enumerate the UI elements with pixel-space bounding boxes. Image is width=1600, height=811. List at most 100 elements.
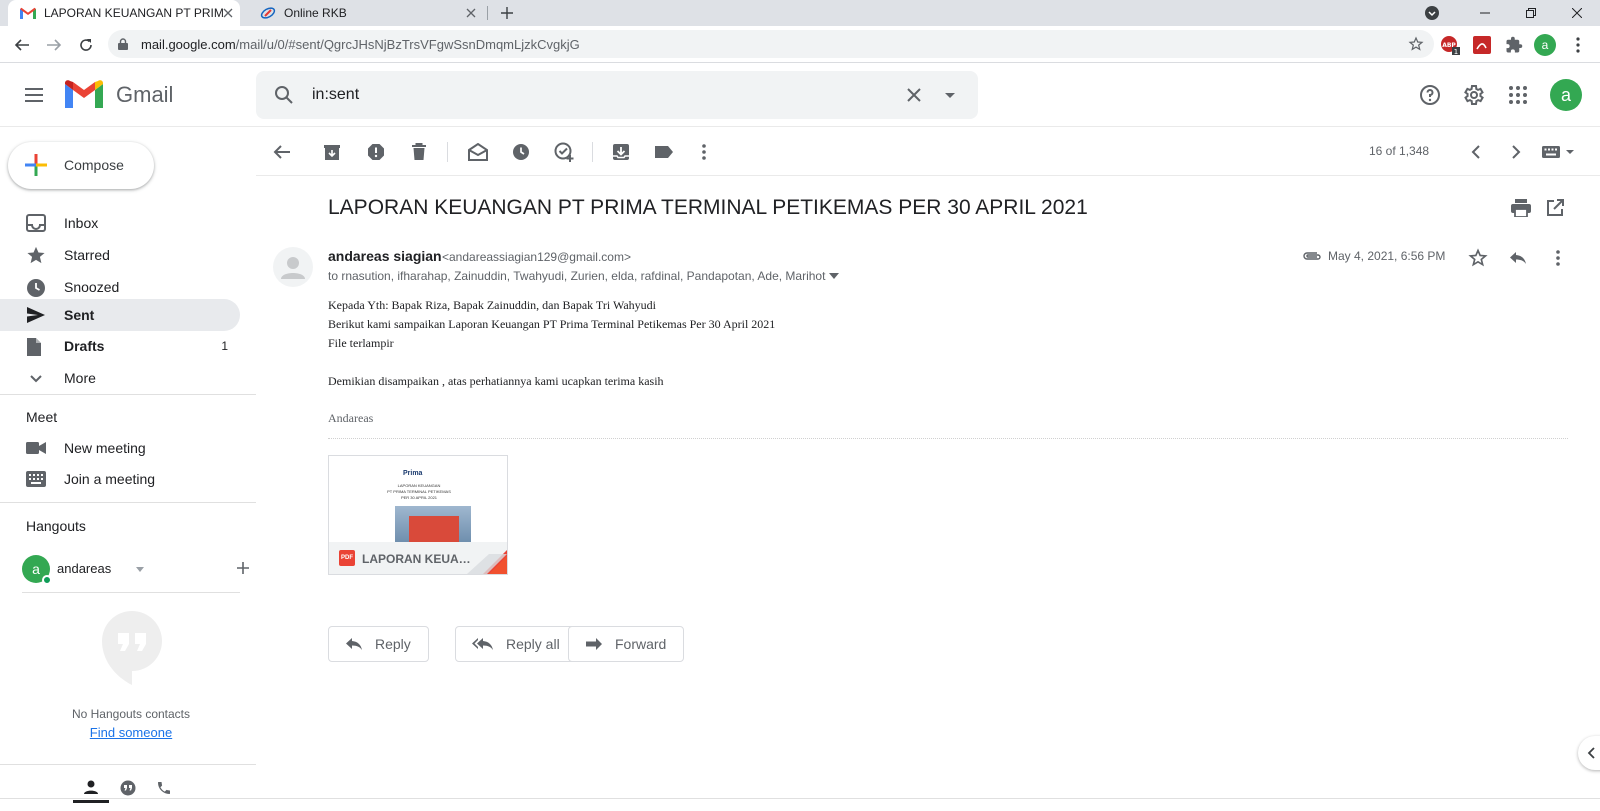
compose-plus-icon — [24, 153, 48, 177]
pdf-attachment-card[interactable]: Prima LAPORAN KEUANGAN PT PRIMA TERMINAL… — [328, 455, 508, 575]
restore-icon[interactable] — [1508, 0, 1554, 26]
body-line: Demikian disampaikan , atas perhatiannya… — [328, 374, 664, 388]
pdf-extension-icon[interactable] — [1472, 35, 1492, 55]
gmail-logo-icon[interactable] — [65, 80, 103, 108]
adblock-extension-icon[interactable]: ABP 1 — [1440, 35, 1460, 55]
browser-menu-icon[interactable] — [1568, 35, 1588, 55]
search-options-icon[interactable] — [938, 83, 962, 107]
show-side-panel-icon[interactable] — [1578, 736, 1600, 770]
pdf-badge-icon: PDF — [339, 550, 355, 566]
reply-all-button[interactable]: Reply all — [455, 626, 578, 662]
delete-trash-icon[interactable] — [407, 140, 431, 164]
apps-grid-icon[interactable] — [1502, 79, 1534, 111]
thumb-line: PER 30 APRIL 2021 — [400, 495, 438, 500]
reply-arrow-icon[interactable] — [1506, 246, 1530, 270]
browser-tab-bar: LAPORAN KEUANGAN PT PRIMA TERMINAL PETIK… — [0, 0, 1600, 26]
reply-button[interactable]: Reply — [328, 626, 429, 662]
url-host: mail.google.com — [141, 37, 236, 52]
account-avatar[interactable]: a — [1550, 79, 1582, 111]
back-arrow-icon[interactable] — [9, 32, 35, 58]
pager-text: 16 of 1,348 — [1369, 144, 1430, 158]
rkb-icon — [260, 5, 276, 21]
lock-icon[interactable] — [118, 38, 128, 50]
clear-search-icon[interactable] — [902, 83, 926, 107]
show-details-caret-icon[interactable] — [829, 273, 840, 279]
tab-search-icon[interactable] — [1417, 0, 1447, 26]
gmail-wordmark[interactable]: Gmail — [116, 82, 173, 108]
message-more-icon[interactable] — [1546, 246, 1570, 270]
body-line: Kepada Yth: Bapak Riza, Bapak Zainuddin,… — [328, 298, 656, 312]
attachment-corner-fold-icon — [467, 550, 507, 574]
profile-avatar[interactable]: a — [1534, 34, 1556, 56]
older-chevron-right-icon[interactable] — [1504, 140, 1528, 164]
reload-icon[interactable] — [73, 32, 99, 58]
close-tab-icon[interactable] — [463, 5, 479, 21]
newer-chevron-left-icon[interactable] — [1464, 140, 1488, 164]
sender-name[interactable]: andareas siagian — [328, 248, 442, 264]
tab-title: LAPORAN KEUANGAN PT PRIMA TERMINAL PETIK… — [44, 6, 224, 20]
sidebar-item-more[interactable]: More — [0, 362, 240, 394]
minimize-icon[interactable] — [1462, 0, 1508, 26]
sidebar-item-label: Drafts — [64, 338, 105, 354]
compose-label: Compose — [64, 157, 124, 173]
sidebar-item-sent[interactable]: Sent — [0, 299, 240, 331]
search-input[interactable]: in:sent — [312, 86, 359, 104]
more-actions-icon[interactable] — [692, 140, 716, 164]
close-tab-icon[interactable] — [220, 5, 236, 21]
star-message-icon[interactable] — [1466, 246, 1490, 270]
sidebar-item-drafts[interactable]: Drafts 1 — [0, 330, 240, 362]
new-meeting-item[interactable]: New meeting — [0, 432, 240, 464]
snooze-clock-icon[interactable] — [509, 140, 533, 164]
sender-avatar[interactable] — [273, 247, 313, 287]
browser-tab-rkb[interactable]: Online RKB — [250, 0, 482, 26]
sender-email: <andareassiagian129@gmail.com> — [442, 250, 631, 264]
report-spam-icon[interactable] — [364, 140, 388, 164]
print-icon[interactable] — [1509, 196, 1533, 220]
thumb-line: PT PRIMA TERMINAL PETIKEMAS — [387, 489, 451, 494]
find-someone-link[interactable]: Find someone — [0, 725, 262, 740]
hangouts-footer-tabs — [0, 764, 256, 811]
message-view: 16 of 1,348 LAPORAN KEUANGAN PT PRIMA TE… — [256, 128, 1600, 811]
open-new-window-icon[interactable] — [1543, 196, 1567, 220]
gmail-icon — [20, 5, 36, 21]
sidebar-item-inbox[interactable]: Inbox — [0, 207, 240, 239]
extensions-puzzle-icon[interactable] — [1504, 35, 1524, 55]
new-tab-icon[interactable] — [487, 0, 527, 26]
forward-arrow-icon[interactable] — [41, 32, 67, 58]
add-contact-icon[interactable] — [236, 561, 250, 575]
caret-down-icon[interactable] — [136, 567, 144, 572]
reply-icon — [345, 637, 363, 651]
sidebar-item-starred[interactable]: Starred — [0, 239, 240, 271]
recipients-text: to rnasution, ifharahap, Zainuddin, Twah… — [328, 269, 826, 283]
main-menu-icon[interactable] — [22, 83, 46, 107]
forward-button[interactable]: Forward — [568, 626, 685, 662]
bookmark-star-icon[interactable] — [1408, 36, 1424, 52]
search-bar[interactable]: in:sent — [256, 71, 978, 119]
hangouts-user[interactable]: a andareas — [22, 555, 249, 585]
compose-button[interactable]: Compose — [8, 142, 154, 189]
label-tag-icon[interactable] — [652, 140, 676, 164]
address-bar[interactable]: mail.google.com/mail/u/0/#sent/QgrcJHsNj… — [108, 30, 1434, 58]
toolbar-separator — [592, 142, 593, 162]
inbox-icon — [26, 214, 46, 232]
online-status-dot — [42, 575, 52, 585]
mark-unread-icon[interactable] — [466, 140, 490, 164]
help-icon[interactable] — [1414, 79, 1446, 111]
join-meeting-item[interactable]: Join a meeting — [0, 463, 240, 495]
forward-icon — [585, 637, 603, 651]
close-window-icon[interactable] — [1554, 0, 1600, 26]
search-icon[interactable] — [272, 83, 296, 107]
browser-tab-gmail[interactable]: LAPORAN KEUANGAN PT PRIMA TERMINAL PETIK… — [8, 0, 240, 26]
back-to-list-icon[interactable] — [270, 140, 294, 164]
message-body: Kepada Yth: Bapak Riza, Bapak Zainuddin,… — [328, 296, 775, 428]
sidebar-item-label: Join a meeting — [64, 471, 156, 487]
thumb-line: LAPORAN KEUANGAN — [397, 483, 441, 488]
hangouts-bubble-icon — [102, 611, 162, 685]
input-tools-keyboard-icon[interactable] — [1536, 140, 1580, 164]
archive-icon[interactable] — [320, 140, 344, 164]
add-to-tasks-icon[interactable] — [552, 140, 576, 164]
settings-gear-icon[interactable] — [1457, 79, 1489, 111]
body-line: File terlampir — [328, 336, 394, 350]
bottom-border — [0, 798, 1600, 799]
move-to-icon[interactable] — [609, 140, 633, 164]
